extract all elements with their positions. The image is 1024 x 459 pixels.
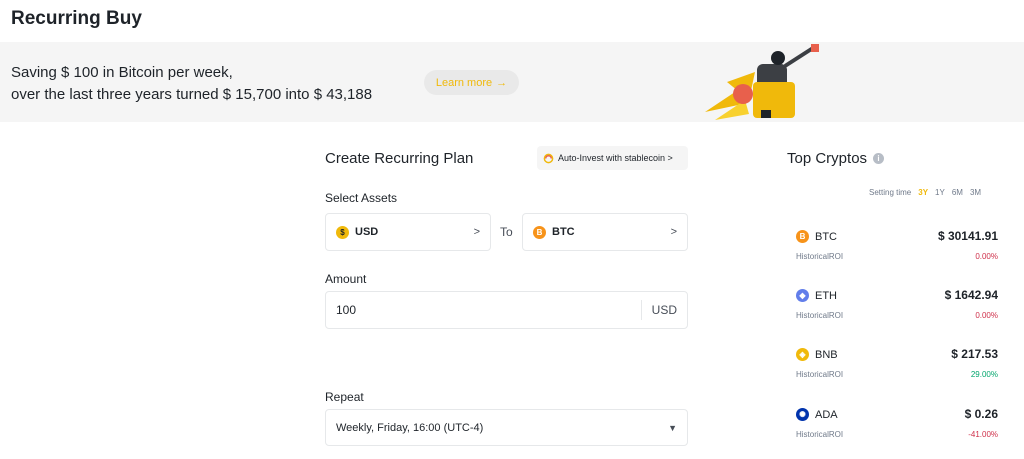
crypto-row-eth[interactable]: ◆ ETH $ 1642.94 HistoricalROI 0.00% (796, 288, 998, 329)
roi-value: -41.00% (968, 430, 998, 439)
crypto-symbol: BTC (815, 230, 837, 243)
caret-down-icon: ▼ (668, 422, 677, 433)
page-title: Recurring Buy (11, 8, 142, 29)
crypto-price: $ 1642.94 (944, 288, 998, 302)
auto-invest-button[interactable]: Auto-Invest with stablecoin > (537, 146, 688, 170)
arrow-right-icon: → (496, 76, 508, 89)
crypto-row-bnb[interactable]: ◈ BNB $ 217.53 HistoricalROI 29.00% (796, 347, 998, 388)
promo-banner: Saving $ 100 in Bitcoin per week, over t… (0, 42, 1024, 122)
time-range-selector: Setting time 3Y 1Y 6M 3M (869, 188, 981, 197)
to-asset-select[interactable]: B BTC > (522, 213, 688, 251)
time-option-3y[interactable]: 3Y (918, 188, 928, 197)
crypto-row-ada[interactable]: ✺ ADA $ 0.26 HistoricalROI -41.00% (796, 407, 998, 448)
to-asset-label: BTC (552, 226, 575, 238)
roi-value: 0.00% (975, 252, 998, 261)
repeat-select[interactable]: Weekly, Friday, 16:00 (UTC-4) ▼ (325, 409, 688, 446)
usd-coin-icon: $ (336, 225, 349, 239)
banner-subheadline: over the last three years turned $ 15,70… (11, 86, 373, 103)
chevron-right-icon: > (670, 226, 677, 238)
roi-label: HistoricalROI (796, 311, 844, 320)
setting-time-label: Setting time (869, 188, 912, 197)
from-asset-label: USD (355, 226, 379, 238)
btc-coin-icon: B (533, 225, 546, 239)
select-assets-label: Select Assets (325, 191, 398, 205)
ada-coin-icon: ✺ (796, 408, 809, 421)
crypto-row-btc[interactable]: B BTC $ 30141.91 HistoricalROI 0.00% (796, 229, 998, 270)
roi-label: HistoricalROI (796, 252, 844, 261)
repeat-label: Repeat (325, 390, 364, 404)
top-cryptos-title: Top Cryptos i (787, 150, 885, 167)
roi-value: 0.00% (975, 311, 998, 320)
banner-headline: Saving $ 100 in Bitcoin per week, (11, 64, 233, 81)
amount-label: Amount (325, 272, 367, 286)
from-asset-select[interactable]: $ USD > (325, 213, 491, 251)
crypto-symbol: ADA (815, 408, 838, 421)
learn-more-button[interactable]: Learn more → (424, 70, 519, 95)
roi-value: 29.00% (970, 370, 998, 379)
bnb-coin-icon: ◈ (796, 348, 809, 361)
eth-coin-icon: ◆ (796, 289, 809, 302)
auto-invest-label: Auto-Invest with stablecoin > (558, 153, 673, 163)
to-label: To (500, 225, 513, 239)
roi-label: HistoricalROI (796, 370, 844, 379)
auto-invest-icon (543, 153, 554, 163)
top-cryptos-label: Top Cryptos (787, 150, 868, 167)
amount-field[interactable]: USD (325, 291, 688, 329)
info-icon[interactable]: i (873, 153, 885, 164)
time-option-3m[interactable]: 3M (970, 188, 981, 197)
time-option-6m[interactable]: 6M (952, 188, 963, 197)
btc-coin-icon: B (796, 230, 809, 243)
repeat-value: Weekly, Friday, 16:00 (UTC-4) (336, 421, 484, 434)
crypto-symbol: BNB (815, 348, 838, 361)
learn-more-label: Learn more (435, 76, 493, 89)
amount-input[interactable] (336, 303, 586, 317)
chevron-right-icon: > (473, 226, 480, 238)
crypto-price: $ 30141.91 (937, 229, 998, 243)
crypto-price: $ 0.26 (964, 407, 998, 421)
amount-unit: USD (640, 300, 677, 320)
crypto-price: $ 217.53 (951, 347, 998, 361)
create-plan-title: Create Recurring Plan (325, 150, 474, 167)
rocket-rider-illustration (705, 44, 819, 120)
crypto-symbol: ETH (815, 289, 837, 302)
roi-label: HistoricalROI (796, 430, 844, 439)
time-option-1y[interactable]: 1Y (935, 188, 945, 197)
